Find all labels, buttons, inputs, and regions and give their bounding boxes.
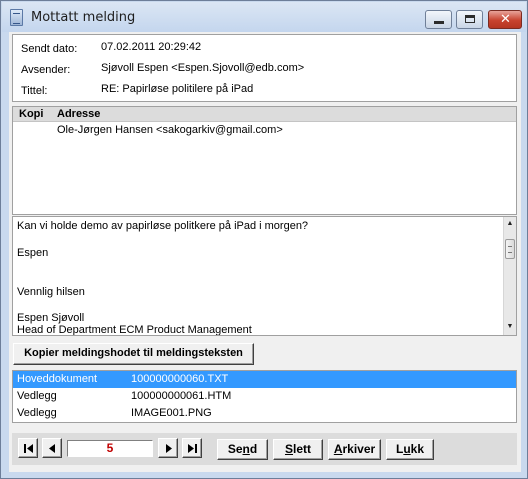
sender-label: Avsender: <box>21 64 71 76</box>
minimize-icon <box>434 21 444 24</box>
next-record-button[interactable] <box>158 438 178 458</box>
send-label-b: d <box>249 442 258 456</box>
previous-record-button[interactable] <box>42 438 62 458</box>
copy-header-button[interactable]: Kopier meldingshodet til meldingsteksten <box>13 343 254 365</box>
client-area: Sendt dato: 07.02.2011 20:29:42 Avsender… <box>9 32 521 472</box>
subject-value: RE: Papirløse politilere på iPad <box>101 83 254 95</box>
column-header-adresse[interactable]: Adresse <box>57 108 100 120</box>
send-button[interactable]: Send <box>217 439 268 460</box>
copy-list-header: Kopi Adresse <box>13 107 516 122</box>
close-icon: ✕ <box>500 12 511 27</box>
sender-value: Sjøvoll Espen <Espen.Sjovoll@edb.com> <box>101 62 305 74</box>
document-icon <box>10 9 23 26</box>
delete-label-b: lett <box>293 442 311 456</box>
attachment-file: IMAGE001.PNG <box>131 407 212 419</box>
maximize-icon <box>465 15 475 23</box>
delete-button[interactable]: Slett <box>273 439 323 460</box>
archive-button[interactable]: Arkiver <box>328 439 381 460</box>
sent-date-label: Sendt dato: <box>21 43 78 55</box>
send-label-key: n <box>242 442 250 456</box>
scroll-down-icon[interactable]: ▼ <box>504 321 516 333</box>
last-record-button[interactable] <box>182 438 202 458</box>
close-window-button[interactable]: ✕ <box>488 10 522 29</box>
body-line: Kan vi holde demo av papirløse politkere… <box>17 220 309 232</box>
message-body[interactable]: Kan vi holde demo av papirløse politkere… <box>12 216 517 336</box>
scroll-up-icon[interactable]: ▲ <box>504 218 516 230</box>
close-button[interactable]: Lukk <box>386 439 434 460</box>
send-label-a: Se <box>227 442 243 456</box>
close-label-key: u <box>403 442 411 456</box>
attachment-file: 100000000060.TXT <box>131 373 229 385</box>
list-item[interactable]: Vedlegg 100000000061.HTM <box>13 388 516 405</box>
list-item[interactable]: Hoveddokument 100000000060.TXT <box>13 371 516 388</box>
next-record-icon <box>166 444 172 453</box>
attachment-type: Vedlegg <box>17 407 57 419</box>
bottom-toolbar: 5 Send Slett Arkiver Lukk <box>12 433 517 465</box>
delete-label-key: S <box>284 442 293 456</box>
list-item[interactable]: Vedlegg IMAGE001.PNG <box>13 405 516 422</box>
first-record-button[interactable] <box>18 438 38 458</box>
previous-record-icon <box>49 444 55 453</box>
sent-date-value: 07.02.2011 20:29:42 <box>101 41 202 53</box>
scroll-thumb[interactable] <box>505 239 515 259</box>
address-cell: Ole-Jørgen Hansen <sakogarkiv@gmail.com> <box>57 124 283 136</box>
attachment-file: 100000000061.HTM <box>131 390 232 402</box>
attachment-type: Hoveddokument <box>17 373 98 385</box>
column-header-kopi[interactable]: Kopi <box>19 108 43 120</box>
body-line: Espen <box>17 247 49 259</box>
attachment-type: Vedlegg <box>17 390 57 402</box>
attachment-list[interactable]: Hoveddokument 100000000060.TXT Vedlegg 1… <box>12 370 517 423</box>
close-label-b: kk <box>410 442 425 456</box>
minimize-button[interactable] <box>425 10 452 29</box>
body-line: Espen Sjøvoll <box>17 312 85 324</box>
message-header: Sendt dato: 07.02.2011 20:29:42 Avsender… <box>12 34 517 102</box>
last-record-icon <box>188 444 197 453</box>
window-title: Mottatt melding <box>31 10 136 25</box>
title-bar[interactable]: Mottatt melding ✕ <box>2 2 526 32</box>
body-line: Head of Department ECM Product Managemen… <box>17 324 252 336</box>
table-row[interactable]: Ole-Jørgen Hansen <sakogarkiv@gmail.com> <box>13 123 516 138</box>
archive-label-b: rkiver <box>342 442 376 456</box>
body-scrollbar[interactable]: ▲ ▼ <box>503 217 516 335</box>
maximize-button[interactable] <box>456 10 483 29</box>
page-number-field[interactable]: 5 <box>67 440 153 457</box>
first-record-icon <box>24 444 33 453</box>
subject-label: Tittel: <box>21 85 48 97</box>
copy-recipients-list[interactable]: Kopi Adresse Ole-Jørgen Hansen <sakogark… <box>12 106 517 215</box>
message-window: Mottatt melding ✕ Sendt dato: 07.02.2011… <box>0 0 528 479</box>
body-line: Vennlig hilsen <box>17 286 85 298</box>
